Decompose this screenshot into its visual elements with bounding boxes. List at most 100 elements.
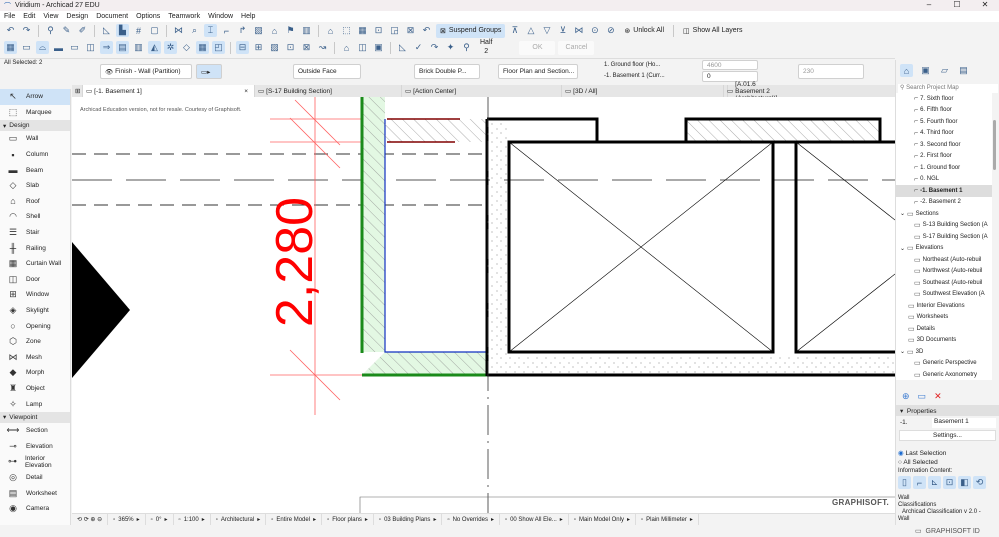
minimize-button[interactable]: – [915, 0, 943, 9]
maximize-button[interactable]: ☐ [943, 0, 971, 9]
magic-wand-icon[interactable]: ✦ [444, 41, 457, 54]
volume-icon[interactable]: ⊡ [943, 476, 956, 489]
tree-item[interactable]: ⌐ 6. Fifth floor [896, 105, 992, 117]
publisher-icon[interactable]: ▤ [957, 64, 970, 77]
document-icon[interactable]: ▯ [898, 476, 911, 489]
status-override[interactable]: ▫ No Overrides ▸ [442, 513, 500, 526]
tool-stair[interactable]: ☰ Stair [0, 225, 70, 241]
fillet-icon[interactable]: ⌂ [268, 24, 281, 37]
zone-icon[interactable]: ⌓ [36, 41, 49, 54]
pattern-icon[interactable]: ▨ [268, 41, 281, 54]
edit-plane-icon[interactable]: ▢ [148, 24, 161, 37]
tree-item[interactable]: ▭ Northwest (Auto-rebuil [896, 266, 992, 278]
delete-icon[interactable]: ✕ [934, 391, 942, 402]
circle-icon[interactable]: ◇ [180, 41, 193, 54]
label-icon[interactable]: ⊡ [284, 41, 297, 54]
home-icon[interactable]: ⌂ [340, 41, 353, 54]
status-layer-combination[interactable]: ▫ Architectural ▸ [211, 513, 267, 526]
geometry-method-button[interactable]: ▭▸ [196, 64, 222, 79]
tool-door[interactable]: ◫ Door [0, 272, 70, 288]
tab-view-1[interactable]: ▭ [S-17 Building Section] [255, 85, 402, 97]
tree-item[interactable]: ⌄ ▭ 3D [896, 346, 992, 358]
status-scale[interactable]: ▫ 1:100 ▸ [174, 513, 211, 526]
door-icon[interactable]: ◫ [84, 41, 97, 54]
gravity-icon[interactable]: ▙ [116, 24, 129, 37]
tool-camera[interactable]: ◉ Camera [0, 501, 70, 517]
roof-trim-icon[interactable]: ▥ [300, 24, 313, 37]
window-icon[interactable]: ▦ [196, 41, 209, 54]
tool-skylight[interactable]: ◈ Skylight [0, 303, 70, 319]
tree-item[interactable]: ⌄ ▭ Elevations [896, 243, 992, 255]
curve-icon[interactable]: ↝ [316, 41, 329, 54]
split-icon[interactable]: ⌐ [220, 24, 233, 37]
send-backward-icon[interactable]: ▽ [540, 24, 553, 37]
layout-icon[interactable]: ⌂ [324, 24, 337, 37]
menu-view[interactable]: View [43, 13, 58, 20]
tree-item[interactable]: ▭ S-13 Building Section (A [896, 220, 992, 232]
tree-item[interactable]: ⌐ 5. Fourth floor [896, 116, 992, 128]
grid-icon[interactable]: ▣ [372, 41, 385, 54]
line-icon[interactable]: ⇒ [100, 41, 113, 54]
tool-worksheet[interactable]: ▤ Worksheet [0, 485, 70, 501]
redo-icon[interactable]: ↷ [20, 24, 33, 37]
tree-item[interactable]: ▭ Worksheets [896, 312, 992, 324]
new-view-icon[interactable]: ⊕ [902, 391, 910, 402]
settings-button[interactable]: Settings... [899, 430, 996, 441]
status-rotation[interactable]: ▫ 0° ▸ [146, 513, 174, 526]
rotate-icon[interactable]: ⟲ [973, 476, 986, 489]
tool-railing[interactable]: ╫ Railing [0, 240, 70, 256]
properties-header[interactable]: ▾ Properties [896, 405, 999, 416]
tool-mesh[interactable]: ⋈ Mesh [0, 350, 70, 366]
height-field[interactable]: 4600 [702, 60, 758, 70]
fill-icon[interactable]: ▤ [116, 41, 129, 54]
tool-zone[interactable]: ⬡ Zone [0, 334, 70, 350]
top-link-story[interactable]: 1. Ground floor (Ho... [604, 62, 660, 68]
menu-help[interactable]: Help [241, 13, 255, 20]
ungroup-icon[interactable]: ◲ [388, 24, 401, 37]
tool-section[interactable]: ⟷ Section [0, 423, 70, 439]
toolbox-group-design[interactable]: ▾ Design [0, 120, 70, 132]
mirror-icon[interactable]: ⋈ [572, 24, 585, 37]
trim-icon[interactable]: ⋈ [172, 24, 185, 37]
walls[interactable] [385, 117, 895, 377]
unlock-all-button[interactable]: ⊛ Unlock All [620, 24, 668, 38]
tree-item[interactable]: ⌄ ▭ Sections [896, 208, 992, 220]
beam-icon[interactable]: ▬ [52, 41, 65, 54]
guide-icon[interactable]: ◺ [100, 24, 113, 37]
composite-select[interactable]: Brick Double P... [414, 64, 480, 79]
menu-teamwork[interactable]: Teamwork [168, 13, 200, 20]
ok-button[interactable]: OK [519, 40, 556, 55]
tree-item[interactable]: ▭ Southeast (Auto-rebuil [896, 277, 992, 289]
explode-icon[interactable]: ⚑ [284, 24, 297, 37]
status-dimension[interactable]: ▫ Plain Millimeter ▸ [636, 513, 699, 526]
tree-item[interactable]: ⌐ -1. Basement 1 [896, 185, 992, 197]
tool-detail[interactable]: ◎ Detail [0, 470, 70, 486]
line-type-select[interactable]: Half 2 [476, 39, 496, 56]
toolbox-group-viewpoint[interactable]: ▾ Viewpoint [0, 411, 70, 423]
box-icon[interactable]: ⊠ [300, 41, 313, 54]
tree-item[interactable]: ⌐ 3. Second floor [896, 139, 992, 151]
lock-icon[interactable]: ⊙ [588, 24, 601, 37]
layer-icon[interactable]: ◧ [958, 476, 971, 489]
status-zoom[interactable]: ▫ 365% ▸ [108, 513, 146, 526]
menu-document[interactable]: Document [96, 13, 128, 20]
tree-item[interactable]: ▭ Generic Perspective [896, 358, 992, 370]
menu-design[interactable]: Design [66, 13, 88, 20]
lock-group-icon[interactable]: ⊠ [404, 24, 417, 37]
tab-close-icon[interactable]: × [244, 88, 248, 95]
tree-item[interactable]: ▭ Southwest Elevation (A [896, 289, 992, 301]
tool-arrow[interactable]: ↖ Arrow [0, 89, 70, 105]
intersect-icon[interactable]: ⌕ [188, 24, 201, 37]
section-marker[interactable] [72, 242, 130, 378]
syringe-icon[interactable]: ✐ [76, 24, 89, 37]
dimension-icon[interactable]: ⌐ [913, 476, 926, 489]
redo-icon[interactable]: ↷ [428, 41, 441, 54]
tree-item[interactable]: ⌐ 2. First floor [896, 151, 992, 163]
tool-beam[interactable]: ▬ Beam [0, 162, 70, 178]
home-story[interactable]: -1. Basement 1 (Curr... [604, 73, 665, 79]
tree-item[interactable]: ▭ Details [896, 323, 992, 335]
menu-edit[interactable]: Edit [23, 13, 35, 20]
layout-book-icon[interactable]: ▱ [938, 64, 951, 77]
project-map-search[interactable]: ⚲ Search Project Map [898, 84, 998, 93]
suspend-groups-button[interactable]: ⊠ Suspend Groups [436, 23, 506, 38]
